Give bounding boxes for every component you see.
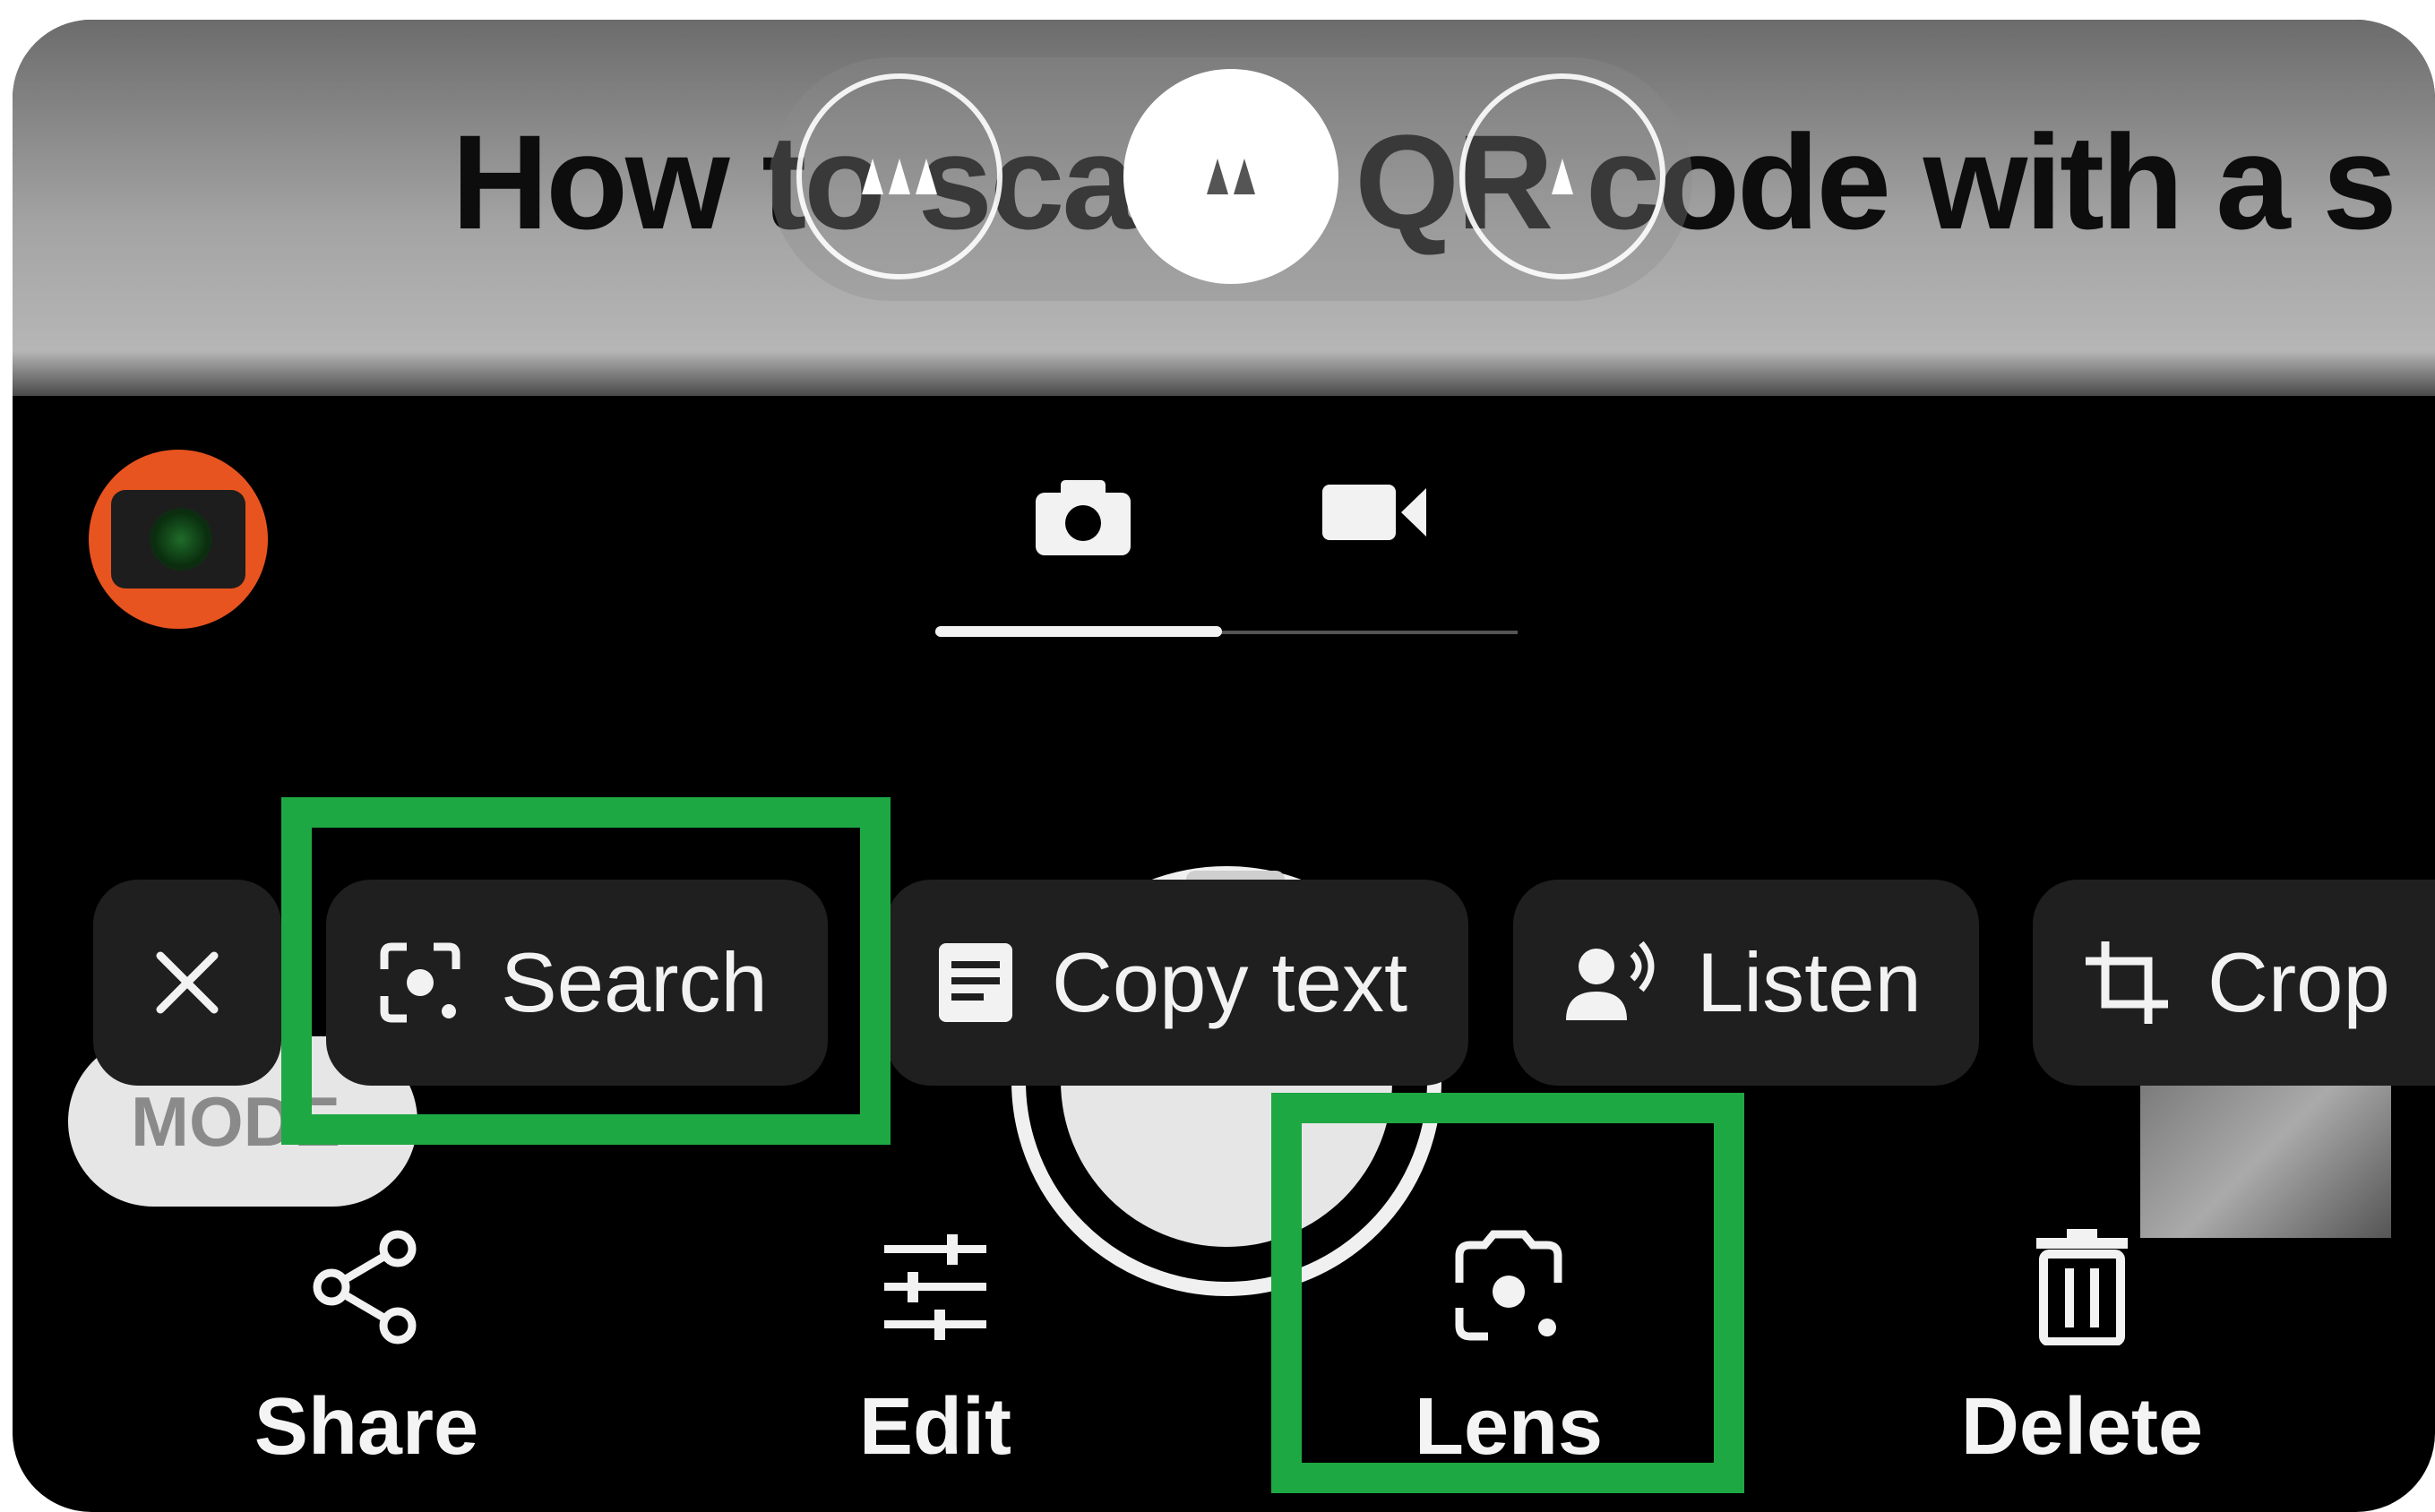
ultrawide-lens-option[interactable]: [796, 73, 1002, 279]
search-highlight-box: [281, 797, 891, 1145]
listen-icon: [1562, 938, 1661, 1027]
copy-text-icon: [935, 938, 1016, 1027]
tree-icon: [1234, 159, 1255, 194]
capture-mode-tabs: [935, 459, 1518, 656]
camera-icon[interactable]: [1034, 477, 1132, 557]
tree-icon: [862, 159, 883, 194]
crop-chip-label: Crop: [2207, 935, 2390, 1029]
camera-app-icon[interactable]: [89, 450, 268, 629]
camera-body-icon: [111, 490, 245, 588]
share-icon: [178, 1220, 555, 1354]
share-button[interactable]: Share: [178, 1220, 555, 1473]
edit-label: Edit: [859, 1382, 1011, 1472]
camera-lens-icon: [150, 508, 212, 571]
delete-button[interactable]: Delete: [1894, 1220, 2270, 1473]
tree-icon: [1552, 159, 1573, 194]
share-label: Share: [254, 1382, 479, 1472]
mode-tab-indicator: [935, 626, 1222, 637]
close-chip[interactable]: [93, 880, 281, 1086]
video-icon[interactable]: [1321, 481, 1428, 544]
delete-icon: [1894, 1220, 2270, 1354]
edit-sliders-icon: [747, 1220, 1123, 1354]
tree-icon: [916, 159, 937, 194]
listen-chip[interactable]: Listen: [1513, 880, 1979, 1086]
copy-text-chip[interactable]: Copy text: [886, 880, 1468, 1086]
edit-button[interactable]: Edit: [747, 1220, 1123, 1473]
wide-lens-option[interactable]: [1123, 69, 1338, 284]
tele-lens-option[interactable]: [1459, 73, 1665, 279]
camera-screen: How to scan a QR code with a s MODE Sear…: [13, 20, 2435, 1512]
copy-text-chip-label: Copy text: [1052, 935, 1408, 1029]
delete-label: Delete: [1960, 1382, 2204, 1472]
camera-preview: How to scan a QR code with a s: [13, 20, 2435, 396]
lens-highlight-box: [1271, 1093, 1744, 1493]
tree-icon: [889, 159, 910, 194]
close-icon: [156, 951, 219, 1014]
tree-icon: [1207, 159, 1228, 194]
listen-chip-label: Listen: [1697, 935, 1922, 1029]
crop-chip[interactable]: Crop: [2033, 880, 2435, 1086]
crop-icon: [2082, 938, 2172, 1027]
gallery-thumbnail[interactable]: [2140, 1068, 2391, 1238]
